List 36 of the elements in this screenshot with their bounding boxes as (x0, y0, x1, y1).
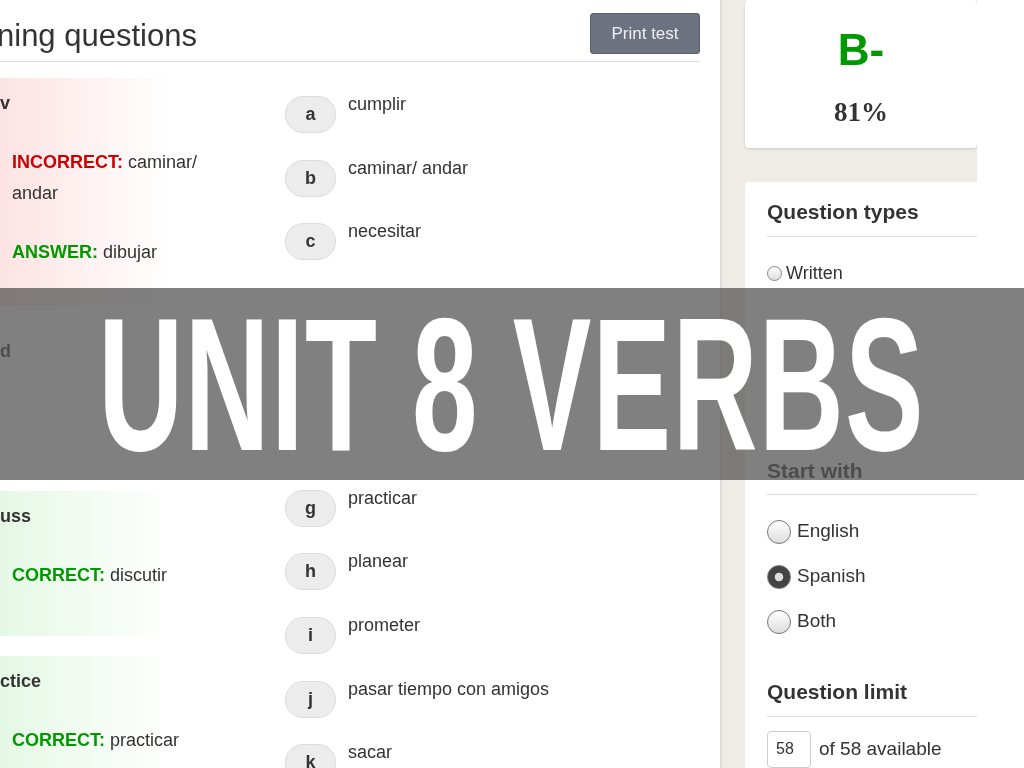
limit-field[interactable]: 58 (767, 730, 811, 768)
letter-chip[interactable]: a (285, 96, 336, 133)
letter-chip[interactable]: k (285, 744, 336, 768)
option-text: practicar (348, 486, 418, 510)
checkbox[interactable] (767, 265, 782, 281)
radio-button[interactable] (767, 609, 791, 634)
radio-label: Spanish (797, 564, 866, 589)
result-text: INCORRECT: caminar/ andar (12, 151, 199, 205)
option-text: caminar/ andar (348, 156, 469, 180)
letter-chip[interactable]: h (285, 553, 336, 591)
option-text: sacar (348, 741, 392, 765)
question-prompt: uss (0, 505, 33, 528)
letter-chip[interactable]: g (285, 489, 336, 527)
option-text: pasar tiempo con amigos (348, 677, 550, 701)
radio-label: English (797, 519, 860, 544)
radio-button[interactable] (767, 519, 791, 544)
radio-label: Both (797, 609, 837, 634)
option-text: necesitar (348, 220, 422, 244)
score-percent: 81% (833, 96, 889, 129)
result-text: ANSWER: dibujar (12, 241, 159, 264)
print-button[interactable]: Print test (590, 13, 700, 54)
grade-text: B- (836, 28, 886, 72)
radio-button[interactable] (767, 564, 791, 589)
letter-chip[interactable]: j (285, 680, 336, 718)
option-text: planear (348, 550, 409, 574)
letter-chip[interactable]: b (285, 159, 336, 197)
letter-chip[interactable]: i (285, 616, 336, 654)
limit-text: of 58 available (819, 736, 942, 761)
option-text: cumplir (348, 93, 406, 116)
result-text: CORRECT: discutir (12, 564, 168, 587)
checkbox-label: Written (786, 261, 843, 285)
question-prompt: v (0, 92, 11, 115)
question-prompt: ctice (0, 670, 43, 693)
option-text: prometer (348, 613, 421, 637)
letter-chip[interactable]: c (285, 223, 336, 261)
result-text: CORRECT: practicar (12, 729, 181, 752)
